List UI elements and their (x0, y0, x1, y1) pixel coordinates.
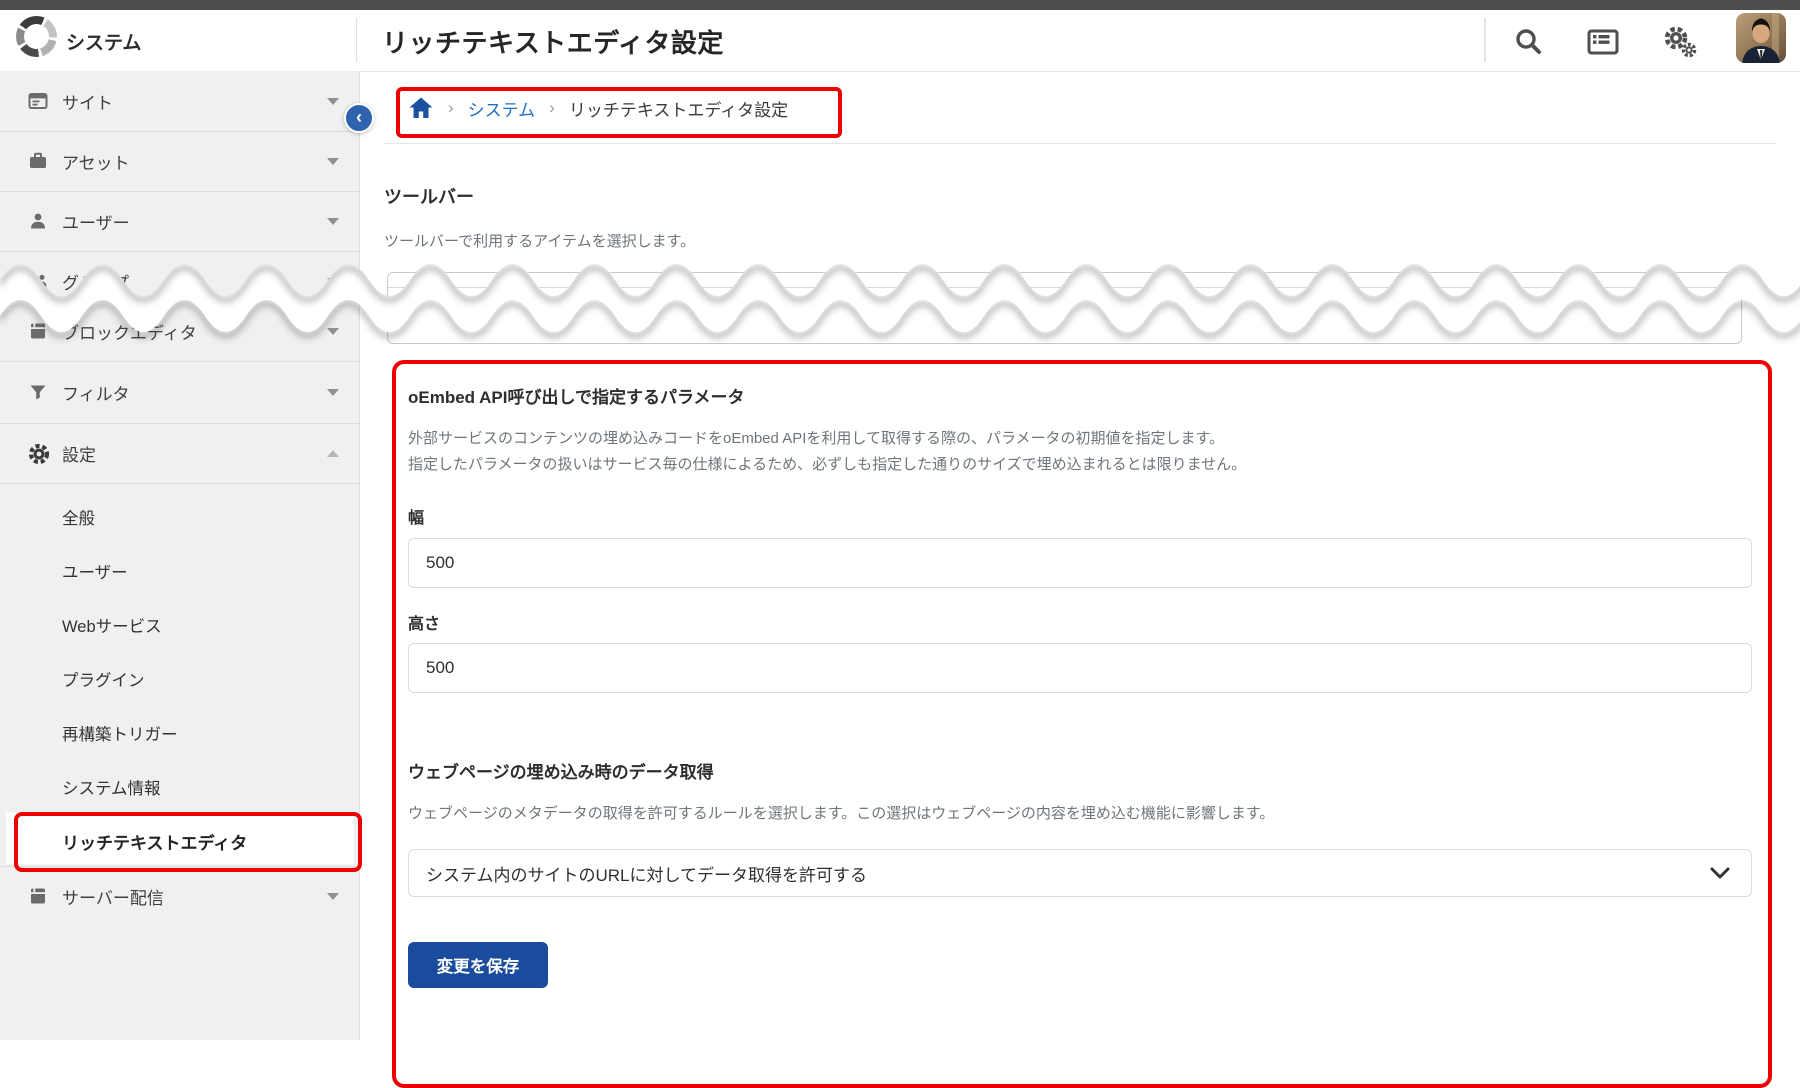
toolbar-section-title: ツールバー (384, 183, 474, 209)
save-button[interactable]: 変更を保存 (408, 942, 548, 988)
sidebar-item-server-distribution[interactable]: サーバー配信 (0, 866, 359, 926)
chevron-down-icon (327, 158, 339, 165)
sidebar-subitem-rebuild-trigger[interactable]: 再構築トリガー (62, 721, 178, 745)
header-divider (356, 18, 357, 62)
breadcrumb: › システム › リッチテキストエディタ設定 (408, 87, 788, 129)
site-window-icon (28, 91, 48, 111)
sidebar-item-label: ユーザー (62, 209, 130, 234)
toolbar-section-description: ツールバーで利用するアイテムを選択します。 (384, 230, 695, 251)
chevron-down-icon (1709, 865, 1731, 881)
book-icon (28, 886, 48, 906)
app-title: システム (66, 28, 141, 55)
sidebar-item-filter[interactable]: フィルタ (0, 361, 359, 423)
sidebar-item-site[interactable]: サイト (0, 71, 359, 131)
app-logo-icon[interactable] (16, 16, 57, 57)
book-icon (28, 321, 48, 341)
header-divider-right (1484, 18, 1486, 62)
oembed-section-title: oEmbed API呼び出しで指定するパラメータ (408, 383, 744, 408)
breadcrumb-current: リッチテキストエディタ設定 (569, 96, 788, 121)
chevron-down-icon (327, 218, 339, 225)
content-divider (384, 143, 1776, 144)
chevron-down-icon (327, 893, 339, 900)
data-fetch-select[interactable]: システム内のサイトのURLに対してデータ取得を許可する (408, 849, 1752, 897)
sidebar: サイト アセット ユーザー グループ ブロックエディタ フィルタ 設定 全般 ユ (0, 71, 360, 1040)
width-input[interactable] (408, 538, 1752, 588)
gear-icon (28, 443, 48, 463)
webpage-section-title: ウェブページの埋め込み時のデータ取得 (408, 758, 714, 783)
sidebar-item-label: 設定 (62, 441, 96, 466)
page-title: リッチテキストエディタ設定 (382, 23, 724, 60)
search-icon[interactable] (1508, 24, 1548, 60)
toolbar-items-panel[interactable] (387, 272, 1742, 344)
breadcrumb-link-system[interactable]: システム (468, 96, 536, 121)
filter-icon (28, 382, 48, 402)
data-fetch-select-value: システム内のサイトのURLに対してデータ取得を許可する (426, 861, 867, 886)
sidebar-item-block-editor[interactable]: ブロックエディタ (0, 301, 359, 361)
sidebar-subitem-web-services[interactable]: Webサービス (62, 613, 162, 637)
group-icon (28, 271, 48, 291)
sidebar-item-label: サイト (62, 89, 113, 114)
toolbar-panel-line (388, 287, 1741, 288)
oembed-description-line1: 外部サービスのコンテンツの埋め込みコードをoEmbed APIを利用して取得する… (408, 426, 1246, 452)
settings-gears-icon[interactable] (1660, 24, 1700, 60)
chevron-down-icon (327, 328, 339, 335)
sidebar-item-users[interactable]: ユーザー (0, 191, 359, 251)
briefcase-icon (28, 151, 48, 171)
sidebar-subitem-users[interactable]: ユーザー (62, 559, 128, 583)
sidebar-subitem-rich-text-editor[interactable]: リッチテキストエディタ (62, 829, 247, 854)
breadcrumb-separator: › (549, 98, 555, 118)
sidebar-item-label: ブロックエディタ (62, 319, 197, 344)
top-strip (0, 0, 1800, 10)
chevron-down-icon (327, 98, 339, 105)
sidebar-item-settings[interactable]: 設定 (0, 423, 359, 483)
sidebar-item-assets[interactable]: アセット (0, 131, 359, 191)
breadcrumb-separator: › (448, 98, 454, 118)
app-logo-hole (24, 24, 49, 49)
chevron-down-icon (327, 278, 339, 285)
home-icon[interactable] (408, 96, 434, 120)
chevron-up-icon (327, 450, 339, 457)
sidebar-subitem-plugins[interactable]: プラグイン (62, 667, 145, 691)
user-icon (28, 211, 48, 231)
chevron-down-icon (327, 389, 339, 396)
webpage-section-description: ウェブページのメタデータの取得を許可するルールを選択します。この選択はウェブペー… (408, 801, 1274, 827)
height-input[interactable] (408, 643, 1752, 693)
list-window-icon[interactable] (1583, 24, 1623, 60)
oembed-section-description: 外部サービスのコンテンツの埋め込みコードをoEmbed APIを利用して取得する… (408, 426, 1246, 478)
oembed-description-line2: 指定したパラメータの扱いはサービス毎の仕様によるため、必ずしも指定した通りのサイ… (408, 452, 1246, 478)
sidebar-item-label: グループ (62, 269, 129, 294)
sidebar-item-label: アセット (62, 149, 130, 174)
width-field-label: 幅 (408, 504, 424, 528)
user-avatar[interactable] (1736, 13, 1786, 63)
sidebar-collapse-button[interactable]: ‹ (344, 103, 374, 133)
sidebar-divider (0, 483, 359, 484)
sidebar-item-label: フィルタ (62, 380, 130, 405)
sidebar-subitem-general[interactable]: 全般 (62, 505, 95, 529)
height-field-label: 高さ (408, 610, 440, 634)
app-header: システム リッチテキストエディタ設定 (0, 10, 1800, 72)
sidebar-subitem-system-info[interactable]: システム情報 (62, 775, 161, 799)
sidebar-item-label: サーバー配信 (62, 884, 164, 909)
